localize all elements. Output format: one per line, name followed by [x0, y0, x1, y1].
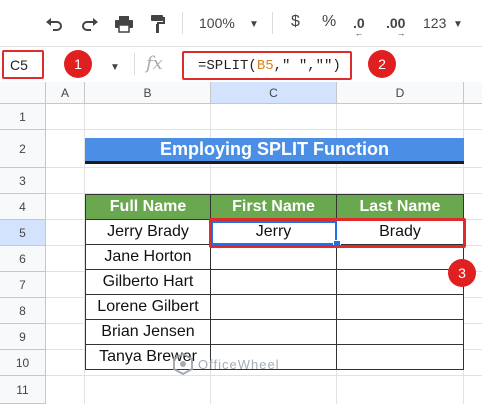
header-full-name[interactable]: Full Name [85, 194, 211, 220]
result-highlight-box [209, 218, 466, 248]
column-header-e[interactable] [464, 82, 482, 104]
row-header[interactable]: 8 [0, 298, 46, 324]
toolbar-separator [182, 12, 183, 34]
chevron-down-icon[interactable]: ▼ [247, 12, 261, 36]
step-badge-1: 1 [64, 50, 92, 78]
formula-separator [134, 53, 135, 75]
undo-icon[interactable] [42, 12, 66, 36]
paint-format-icon[interactable] [146, 12, 170, 36]
toolbar: 100% ▼ $ % .0 ← .00 → 123 ▼ [0, 0, 482, 46]
column-header-b[interactable]: B [85, 82, 211, 104]
gridline [46, 167, 482, 168]
formula-input[interactable]: =SPLIT(B5 ," ","") [182, 51, 352, 80]
more-formats-button[interactable]: 123 [423, 15, 446, 31]
chevron-down-icon[interactable]: ▼ [108, 55, 122, 79]
column-header-c[interactable]: C [211, 82, 337, 104]
formula-bar: C5 1 ▼ fx =SPLIT(B5 ," ","") 2 [0, 46, 482, 84]
row-header[interactable]: 3 [0, 168, 46, 194]
row-header[interactable]: 2 [0, 130, 46, 168]
column-header-a[interactable]: A [46, 82, 85, 104]
row-header[interactable]: 6 [0, 246, 46, 272]
watermark-logo-icon [173, 353, 193, 375]
row-header[interactable]: 9 [0, 324, 46, 350]
currency-format-button[interactable]: $ [291, 13, 300, 31]
watermark-text: OfficeWheel [198, 356, 280, 372]
cell-full-name[interactable]: Lorene Gilbert [85, 294, 211, 320]
sheet-title[interactable]: Employing SPLIT Function [85, 138, 464, 164]
cell-last-name[interactable] [336, 344, 464, 370]
arrow-left-icon: ← [354, 28, 364, 38]
formula-ref: B5 [256, 57, 274, 74]
row-header[interactable]: 11 [0, 376, 46, 404]
step-badge-3: 3 [448, 259, 476, 287]
cell-full-name[interactable]: Jerry Brady [85, 219, 211, 245]
row-header[interactable]: 5 [0, 220, 46, 246]
cell-full-name[interactable]: Gilberto Hart [85, 269, 211, 295]
cell-first-name[interactable] [210, 319, 337, 345]
cell-last-name[interactable] [336, 269, 464, 295]
toolbar-separator [272, 12, 273, 34]
gridline [46, 129, 482, 130]
cell-first-name[interactable] [210, 294, 337, 320]
watermark: OfficeWheel [172, 353, 280, 375]
header-first-name[interactable]: First Name [210, 194, 337, 220]
arrow-right-icon: → [396, 28, 406, 38]
fx-icon: fx [146, 53, 163, 74]
redo-icon[interactable] [78, 12, 102, 36]
cell-full-name[interactable]: Brian Jensen [85, 319, 211, 345]
formula-rest: ," ","") [273, 57, 341, 74]
print-icon[interactable] [112, 12, 136, 36]
zoom-select[interactable]: 100% [199, 15, 235, 31]
name-box[interactable]: C5 [2, 50, 44, 79]
cell-full-name[interactable]: Jane Horton [85, 244, 211, 270]
row-header[interactable]: 4 [0, 194, 46, 220]
step-badge-2: 2 [368, 50, 396, 78]
cell-last-name[interactable] [336, 294, 464, 320]
chevron-down-icon[interactable]: ▼ [451, 12, 465, 36]
row-header[interactable]: 7 [0, 272, 46, 298]
spreadsheet-grid: A B C D 1 2 3 4 5 6 7 8 9 10 11 Employin… [0, 82, 482, 404]
percent-format-button[interactable]: % [322, 13, 336, 31]
cell-last-name[interactable] [336, 319, 464, 345]
column-header-d[interactable]: D [337, 82, 464, 104]
row-header[interactable]: 10 [0, 350, 46, 376]
select-all-corner[interactable] [0, 82, 46, 104]
gridline [46, 375, 482, 376]
formula-prefix: =SPLIT( [198, 57, 257, 74]
row-header[interactable]: 1 [0, 104, 46, 130]
header-last-name[interactable]: Last Name [336, 194, 464, 220]
cell-first-name[interactable] [210, 269, 337, 295]
